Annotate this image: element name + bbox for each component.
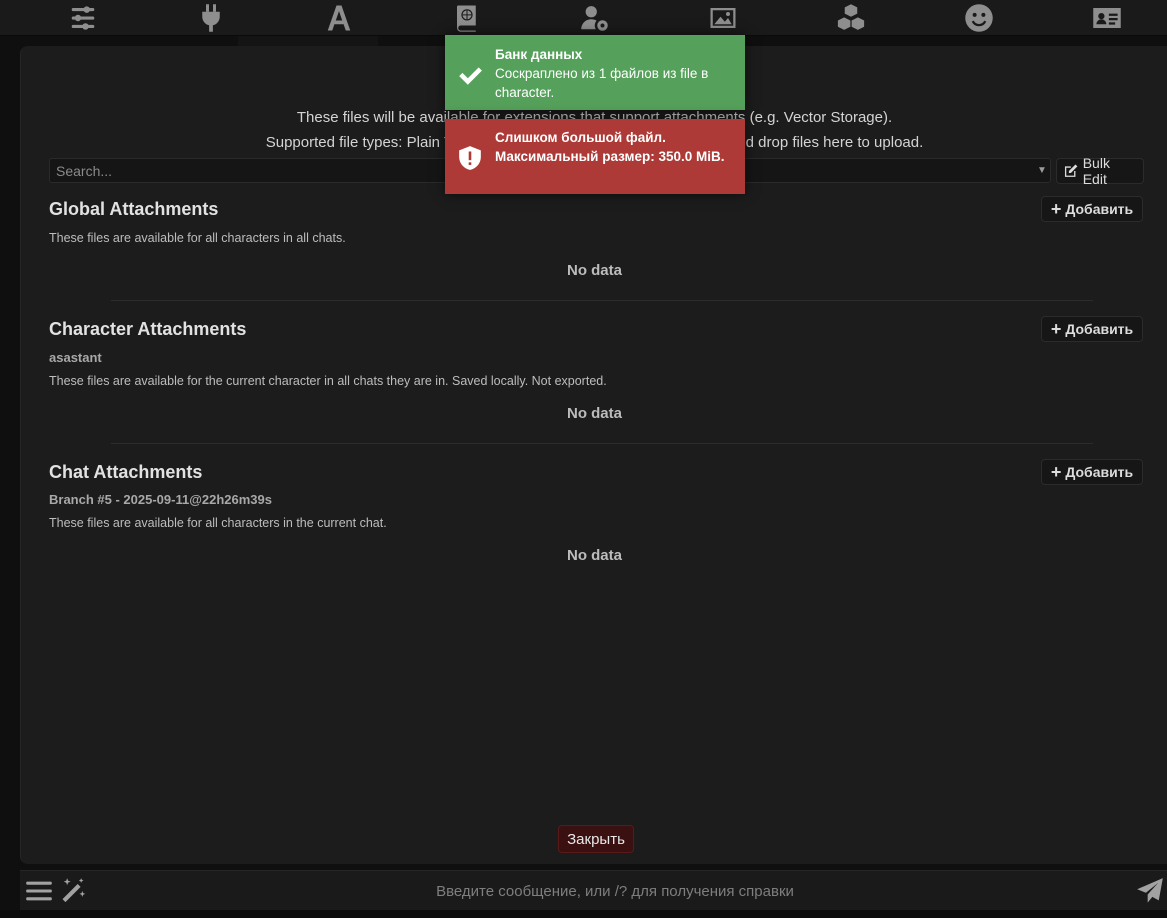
id-card-icon[interactable] xyxy=(1090,2,1124,34)
character-attachments-description: These files are available for the curren… xyxy=(49,374,607,388)
book-globe-icon[interactable] xyxy=(450,2,484,34)
character-name: asastant xyxy=(49,350,102,365)
chat-attachments-title: Chat Attachments xyxy=(49,462,203,482)
section-divider xyxy=(111,300,1093,301)
global-attachments-description: These files are available for all charac… xyxy=(49,231,346,245)
add-label: Добавить xyxy=(1065,321,1134,337)
section-divider xyxy=(111,443,1093,444)
character-add-button[interactable]: + Добавить xyxy=(1041,316,1143,342)
plus-icon: + xyxy=(1050,319,1062,339)
toast-title: Банк данных xyxy=(495,47,583,62)
active-tab-indicator xyxy=(238,36,378,46)
plus-icon: + xyxy=(1050,462,1062,482)
chat-input-bar xyxy=(20,870,1167,910)
close-button[interactable]: Закрыть xyxy=(558,825,634,853)
top-nav-bar xyxy=(0,0,1167,46)
cubes-icon[interactable] xyxy=(834,2,868,34)
chevron-down-icon[interactable]: ▼ xyxy=(1034,165,1050,176)
error-toast[interactable]: Слишком большой файл. Максимальный разме… xyxy=(445,119,745,194)
toast-message: Соскраплено из 1 файлов из file в charac… xyxy=(495,66,709,100)
character-attachments-title: Character Attachments xyxy=(49,319,247,339)
image-icon[interactable] xyxy=(706,2,740,34)
send-icon[interactable] xyxy=(1135,876,1165,906)
global-attachments-title: Global Attachments xyxy=(49,199,219,219)
plus-icon: + xyxy=(1050,199,1062,219)
shield-exclamation-icon xyxy=(445,128,495,188)
sliders-icon[interactable] xyxy=(66,2,100,34)
add-label: Добавить xyxy=(1065,464,1134,480)
global-no-data: No data xyxy=(566,262,622,279)
smile-icon[interactable] xyxy=(962,2,996,34)
global-add-button[interactable]: + Добавить xyxy=(1041,196,1143,222)
chat-branch-name: Branch #5 - 2025-09-11@22h26m39s xyxy=(49,492,272,507)
edit-icon xyxy=(1064,164,1078,177)
font-icon[interactable] xyxy=(322,2,356,34)
user-gear-icon[interactable] xyxy=(578,2,612,34)
window-bottom-edge xyxy=(0,910,1167,918)
bulk-edit-button[interactable]: Bulk Edit xyxy=(1056,155,1144,187)
checkmark-icon xyxy=(445,45,495,105)
toast-message: Слишком большой файл. Максимальный разме… xyxy=(495,130,725,164)
hamburger-menu-icon[interactable] xyxy=(24,876,54,906)
message-input[interactable] xyxy=(100,875,1130,907)
chat-add-button[interactable]: + Добавить xyxy=(1041,459,1143,485)
add-label: Добавить xyxy=(1065,201,1134,217)
character-no-data: No data xyxy=(566,405,622,422)
success-toast[interactable]: Банк данных Соскраплено из 1 файлов из f… xyxy=(445,35,745,110)
chat-attachments-description: These files are available for all charac… xyxy=(49,516,387,530)
plug-icon[interactable] xyxy=(194,2,228,34)
chat-no-data: No data xyxy=(566,547,622,564)
bulk-edit-label: Bulk Edit xyxy=(1082,155,1110,187)
magic-wand-icon[interactable] xyxy=(58,876,88,906)
